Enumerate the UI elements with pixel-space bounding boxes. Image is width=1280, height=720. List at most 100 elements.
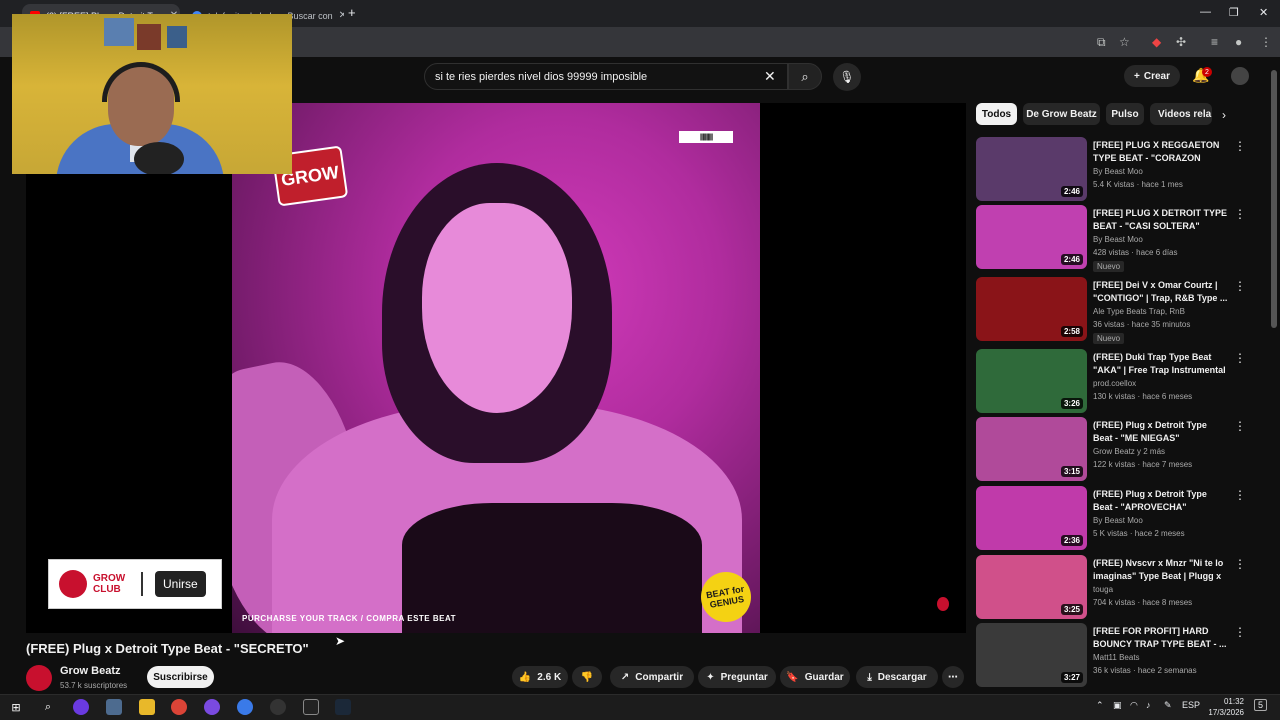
share-button[interactable]: ↗ Compartir xyxy=(610,666,694,688)
obs-icon[interactable] xyxy=(270,699,286,715)
create-label: Crear xyxy=(1143,70,1170,82)
chip-related[interactable]: Videos rela xyxy=(1150,103,1212,125)
close-window-icon[interactable]: ✕ xyxy=(1259,6,1268,19)
recommendation-channel[interactable]: Ale Type Beats Trap, RnB xyxy=(1093,307,1185,316)
channel-name[interactable]: Grow Beatz xyxy=(60,665,121,677)
join-button[interactable]: Unirse xyxy=(155,571,206,597)
minimize-icon[interactable]: — xyxy=(1200,6,1211,18)
more-vertical-icon[interactable]: ⋮ xyxy=(1234,625,1246,639)
recommendation-channel[interactable]: By Beast Moo xyxy=(1093,516,1143,525)
recommendation-channel[interactable]: By Beast Moo xyxy=(1093,235,1143,244)
recommendation-item[interactable]: 2:36 (FREE) Plug x Detroit Type Beat - "A… xyxy=(976,486,1246,552)
more-vertical-icon[interactable]: ⋮ xyxy=(1234,557,1246,571)
language-indicator[interactable]: ESP xyxy=(1182,700,1200,710)
chip-grow-beatz[interactable]: De Grow Beatz xyxy=(1023,103,1100,125)
extensions-puzzle-icon[interactable]: ✣ xyxy=(1176,35,1186,49)
chip-pulso[interactable]: Pulso xyxy=(1106,103,1144,125)
save-button[interactable]: 🔖 Guardar xyxy=(780,666,850,688)
steam-icon[interactable] xyxy=(335,699,351,715)
notification-center-icon[interactable]: 5 xyxy=(1254,699,1268,711)
capcut-icon[interactable] xyxy=(303,699,319,715)
app-circle-icon[interactable] xyxy=(237,699,253,715)
recommendation-title[interactable]: [FREE FOR PROFIT] HARD BOUNCY TRAP TYPE … xyxy=(1093,625,1228,651)
volume-icon[interactable]: ♪ xyxy=(1146,700,1151,710)
recommendation-channel[interactable]: prod.coellox xyxy=(1093,379,1136,388)
channel-avatar[interactable] xyxy=(26,665,52,691)
recommendation-channel[interactable]: touga xyxy=(1093,585,1113,594)
grow-club-banner[interactable]: GROW CLUB Unirse xyxy=(48,559,222,609)
clear-search-icon[interactable]: ✕ xyxy=(764,68,776,85)
recommendation-thumbnail[interactable]: 3:25 xyxy=(976,555,1087,619)
chip-todos[interactable]: Todos xyxy=(976,103,1017,125)
recommendation-title[interactable]: [FREE] Dei V x Omar Courtz | "CONTIGO" |… xyxy=(1093,279,1228,305)
recommendation-title[interactable]: [FREE] PLUG X REGGAETON TYPE BEAT - "COR… xyxy=(1093,139,1228,166)
recommendation-thumbnail[interactable]: 3:26 xyxy=(976,349,1087,413)
discord-icon[interactable] xyxy=(204,699,220,715)
recommendation-thumbnail[interactable]: 2:36 xyxy=(976,486,1087,550)
purchase-caption: PURCHARSE YOUR TRACK / COMPRA ESTE BEAT xyxy=(242,614,457,623)
search-icon[interactable]: ⌕ xyxy=(40,699,56,715)
more-vertical-icon[interactable]: ⋮ xyxy=(1234,351,1246,365)
recommendation-channel[interactable]: By Beast Moo xyxy=(1093,167,1143,176)
recommendation-item[interactable]: 2:46 [FREE] PLUG X REGGAETON TYPE BEAT - … xyxy=(976,137,1246,203)
recommendation-title[interactable]: (FREE) Nvscvr x Mnzr "Ni te lo imaginas"… xyxy=(1093,557,1228,584)
more-vertical-icon[interactable]: ⋮ xyxy=(1234,488,1246,502)
close-icon[interactable]: ✕ xyxy=(339,10,344,21)
recommendation-channel[interactable]: Grow Beatz y 2 más xyxy=(1093,447,1165,456)
like-button[interactable]: 👍 2.6 K xyxy=(512,666,568,688)
create-button[interactable]: + Crear xyxy=(1124,65,1180,87)
ask-button[interactable]: ✦ Preguntar xyxy=(698,666,776,688)
recommendation-title[interactable]: (FREE) Duki Trap Type Beat "AKA" | Free … xyxy=(1093,351,1228,378)
profile-icon[interactable]: ● xyxy=(1235,35,1242,49)
search-button[interactable]: ⌕ xyxy=(788,63,822,90)
browser-menu-icon[interactable]: ⋮ xyxy=(1260,35,1272,49)
extension-icon[interactable]: ◆ xyxy=(1152,35,1161,49)
windows-start-icon[interactable]: ⊞ xyxy=(8,699,24,715)
recommendation-item[interactable]: 2:58 [FREE] Dei V x Omar Courtz | "CONTIG… xyxy=(976,277,1246,344)
app-icon[interactable] xyxy=(106,699,122,715)
dislike-button[interactable]: 👎 xyxy=(572,666,602,688)
more-vertical-icon[interactable]: ⋮ xyxy=(1234,139,1246,153)
recommendation-thumbnail[interactable]: 3:27 xyxy=(976,623,1087,687)
search-input[interactable]: si te ries pierdes nivel dios 99999 impo… xyxy=(424,63,788,90)
copilot-icon[interactable] xyxy=(73,699,89,715)
scrollbar[interactable] xyxy=(1271,70,1277,328)
file-explorer-icon[interactable] xyxy=(139,699,155,715)
download-button[interactable]: ⤓ Descargar xyxy=(856,666,938,688)
recommendation-thumbnail[interactable]: 2:46 xyxy=(976,137,1087,201)
bookmark-star-icon[interactable]: ☆ xyxy=(1119,35,1130,49)
recommendation-item[interactable]: 3:26 (FREE) Duki Trap Type Beat "AKA" | F… xyxy=(976,349,1246,415)
recommendation-thumbnail[interactable]: 2:46 xyxy=(976,205,1087,269)
restore-icon[interactable]: ❐ xyxy=(1229,6,1239,19)
chevron-right-icon[interactable]: › xyxy=(1222,108,1226,122)
install-app-icon[interactable]: ⧉ xyxy=(1097,35,1106,50)
voice-search-button[interactable]: 🎙 xyxy=(833,63,861,91)
more-vertical-icon[interactable]: ⋮ xyxy=(1234,279,1246,293)
new-tab-button[interactable]: + xyxy=(348,5,356,20)
tray-app-icon[interactable]: ▣ xyxy=(1113,700,1122,711)
wifi-icon[interactable]: ◠ xyxy=(1130,700,1138,711)
account-avatar[interactable] xyxy=(1231,67,1249,85)
plus-icon: + xyxy=(1134,70,1140,82)
more-actions-button[interactable]: ⋯ xyxy=(942,666,964,688)
reading-list-icon[interactable]: ≡ xyxy=(1211,35,1218,49)
subscribe-button[interactable]: Suscribirse xyxy=(147,666,214,688)
download-icon: ⤓ xyxy=(867,671,872,683)
pen-icon[interactable]: ✎ xyxy=(1164,700,1172,711)
system-clock[interactable]: 01:32 17/3/2026 xyxy=(1200,696,1244,718)
recommendation-channel[interactable]: Matt11 Beats xyxy=(1093,653,1140,662)
recommendation-item[interactable]: 3:25 (FREE) Nvscvr x Mnzr "Ni te lo imagi… xyxy=(976,555,1246,621)
recommendation-item[interactable]: 3:15 (FREE) Plug x Detroit Type Beat - "M… xyxy=(976,417,1246,483)
more-vertical-icon[interactable]: ⋮ xyxy=(1234,207,1246,221)
recommendation-thumbnail[interactable]: 2:58 xyxy=(976,277,1087,341)
recommendation-title[interactable]: (FREE) Plug x Detroit Type Beat - "ME NI… xyxy=(1093,419,1228,445)
headset-icon xyxy=(102,62,180,102)
recommendation-item[interactable]: 2:46 [FREE] PLUG X DETROIT TYPE BEAT - "C… xyxy=(976,205,1246,272)
more-vertical-icon[interactable]: ⋮ xyxy=(1234,419,1246,433)
recommendation-title[interactable]: (FREE) Plug x Detroit Type Beat - "APROV… xyxy=(1093,488,1228,514)
recommendation-item[interactable]: 3:27 [FREE FOR PROFIT] HARD BOUNCY TRAP T… xyxy=(976,623,1246,689)
recommendation-title[interactable]: [FREE] PLUG X DETROIT TYPE BEAT - "CASI … xyxy=(1093,207,1228,233)
recommendation-thumbnail[interactable]: 3:15 xyxy=(976,417,1087,481)
chrome-icon[interactable] xyxy=(171,699,187,715)
tray-chevron-icon[interactable]: ⌃ xyxy=(1096,700,1104,711)
